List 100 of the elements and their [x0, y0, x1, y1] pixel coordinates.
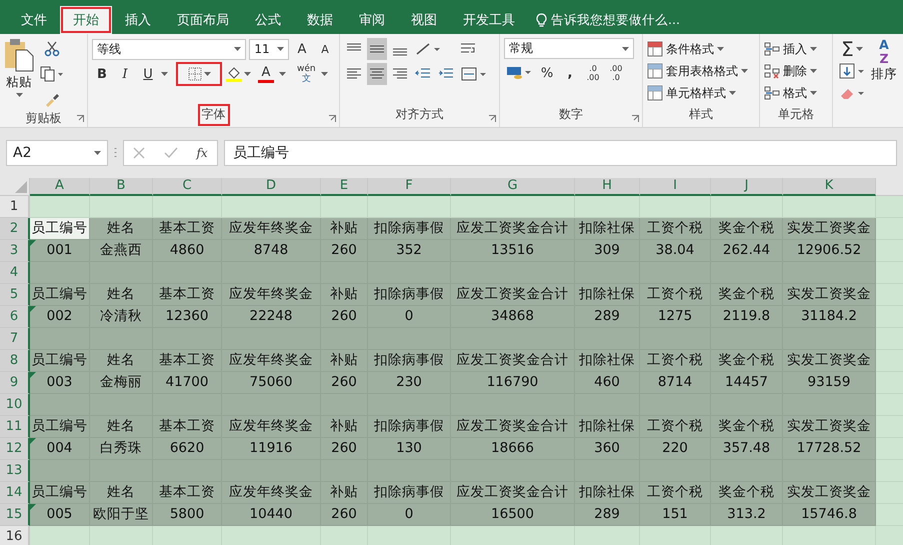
tell-me-search[interactable]: 告诉我您想要做什么... — [536, 6, 680, 34]
ribbon-tab[interactable]: 审阅 — [346, 6, 398, 34]
table-cell: 220 — [640, 438, 711, 460]
percent-button[interactable]: % — [537, 62, 557, 84]
table-cell: 扣除病事假 — [368, 416, 451, 438]
cells-menu-button[interactable]: 格式 — [764, 82, 828, 104]
row-header[interactable]: 2 — [0, 218, 30, 240]
font-color-button[interactable]: A — [256, 63, 276, 85]
row-header[interactable]: 9 — [0, 372, 30, 394]
borders-button[interactable] — [177, 63, 221, 85]
ribbon-tab[interactable]: 文件 — [8, 6, 60, 34]
table-cell: 奖金个税 — [711, 350, 783, 372]
row-header[interactable]: 14 — [0, 482, 30, 504]
column-header[interactable]: C — [153, 178, 222, 196]
row-header[interactable]: 12 — [0, 438, 30, 460]
ribbon-tab[interactable]: 视图 — [398, 6, 450, 34]
insert-function-button[interactable]: fx — [196, 146, 208, 160]
ribbon-tab[interactable]: 页面布局 — [164, 6, 242, 34]
table-cell: 扣除病事假 — [368, 350, 451, 372]
comma-button[interactable]: , — [560, 62, 580, 84]
table-style-icon — [647, 63, 663, 79]
row-header[interactable]: 6 — [0, 306, 30, 328]
table-cell: 扣除病事假 — [368, 482, 451, 504]
caret-icon — [161, 72, 168, 76]
sort-filter-button[interactable]: A Z 排序 — [871, 38, 897, 127]
increase-decimal-button[interactable]: .0 .00 — [583, 62, 603, 84]
row-header[interactable]: 7 — [0, 328, 30, 350]
group-label: 样式 — [688, 106, 714, 123]
align-icon[interactable] — [367, 38, 387, 60]
styles-menu-button[interactable]: 套用表格格式 — [647, 60, 755, 82]
table-cell: 应发年终奖金 — [222, 416, 321, 438]
phonetic-guide-button[interactable]: wén 文 — [295, 63, 318, 85]
row-header[interactable]: 15 — [0, 504, 30, 526]
table-cell: 奖金个税 — [711, 284, 783, 306]
dialog-launcher-icon[interactable] — [77, 115, 84, 122]
column-header[interactable]: I — [640, 178, 711, 196]
column-header[interactable]: G — [451, 178, 575, 196]
table-cell: 实发工资奖金 — [783, 416, 876, 438]
table-cell: 实发工资奖金 — [783, 350, 876, 372]
ribbon-tab[interactable]: 插入 — [112, 6, 164, 34]
column-header[interactable]: K — [783, 178, 876, 196]
name-box[interactable]: A2 — [6, 140, 108, 166]
styles-menu-button[interactable]: 单元格样式 — [647, 82, 755, 104]
paste-button[interactable]: 粘贴 — [4, 38, 34, 110]
dialog-launcher-icon[interactable] — [329, 115, 336, 122]
formula-field[interactable]: 员工编号 — [224, 140, 897, 166]
table-cell: 34868 — [451, 306, 575, 328]
align-icon[interactable] — [367, 63, 387, 85]
bold-button[interactable]: B — [92, 63, 112, 85]
row-header[interactable]: 11 — [0, 416, 30, 438]
row-header[interactable]: 5 — [0, 284, 30, 306]
table-cell: 17728.52 — [783, 438, 876, 460]
group-label: 单元格 — [777, 106, 815, 123]
row-header[interactable]: 1 — [0, 196, 30, 218]
font-size-dropdown[interactable]: 11 — [249, 38, 289, 60]
grow-font-button[interactable]: A — [292, 38, 312, 60]
font-name-dropdown[interactable]: 等线 — [92, 38, 246, 60]
row-header[interactable]: 16 — [0, 526, 30, 545]
table-cell: 12360 — [153, 306, 222, 328]
caret-icon — [94, 151, 101, 155]
caret-icon — [856, 47, 863, 51]
column-header[interactable]: D — [222, 178, 321, 196]
row-header[interactable]: 10 — [0, 394, 30, 416]
row-header[interactable]: 4 — [0, 262, 30, 284]
styles-menu-button[interactable]: 条件格式 — [647, 38, 755, 60]
column-header[interactable]: E — [321, 178, 368, 196]
table-cell: 实发工资奖金 — [783, 482, 876, 504]
table-cell: 工资个税 — [640, 416, 711, 438]
dialog-launcher-icon[interactable] — [632, 115, 639, 122]
number-format-dropdown[interactable]: 常规 — [504, 38, 634, 59]
underline-button[interactable]: U — [138, 63, 158, 85]
column-header[interactable]: A — [30, 178, 90, 196]
dialog-launcher-icon[interactable] — [489, 115, 496, 122]
caret-icon — [320, 72, 328, 76]
table-cell: 员工编号 — [30, 350, 90, 372]
caret-icon — [244, 72, 251, 76]
cells-menu-button[interactable]: 插入 — [764, 38, 828, 60]
shrink-font-button[interactable]: A — [315, 38, 335, 60]
column-header[interactable]: B — [90, 178, 153, 196]
column-header[interactable]: F — [368, 178, 451, 196]
row-header[interactable]: 13 — [0, 460, 30, 482]
ribbon-tab[interactable]: 公式 — [242, 6, 294, 34]
table-cell: 基本工资 — [153, 284, 222, 306]
ribbon-tab[interactable]: 开始 — [60, 6, 112, 34]
table-cell: 白秀珠 — [90, 438, 153, 460]
cells-menu-button[interactable]: 删除 — [764, 60, 828, 82]
row-header[interactable]: 3 — [0, 240, 30, 262]
group-label: 字体 — [200, 106, 228, 124]
row-header[interactable]: 8 — [0, 350, 30, 372]
column-header[interactable]: H — [575, 178, 640, 196]
autosum-button[interactable]: Σ — [837, 38, 867, 60]
group-label: 对齐方式 — [394, 106, 444, 123]
check-icon[interactable] — [164, 147, 178, 159]
column-header[interactable]: J — [711, 178, 783, 196]
ribbon-tab[interactable]: 数据 — [294, 6, 346, 34]
ribbon-tab[interactable]: 开发工具 — [450, 6, 528, 34]
table-cell: 姓名 — [90, 416, 153, 438]
italic-button[interactable]: I — [115, 63, 135, 85]
decrease-decimal-button[interactable]: .00 .0 — [606, 62, 626, 84]
table-cell: 260 — [321, 306, 368, 328]
